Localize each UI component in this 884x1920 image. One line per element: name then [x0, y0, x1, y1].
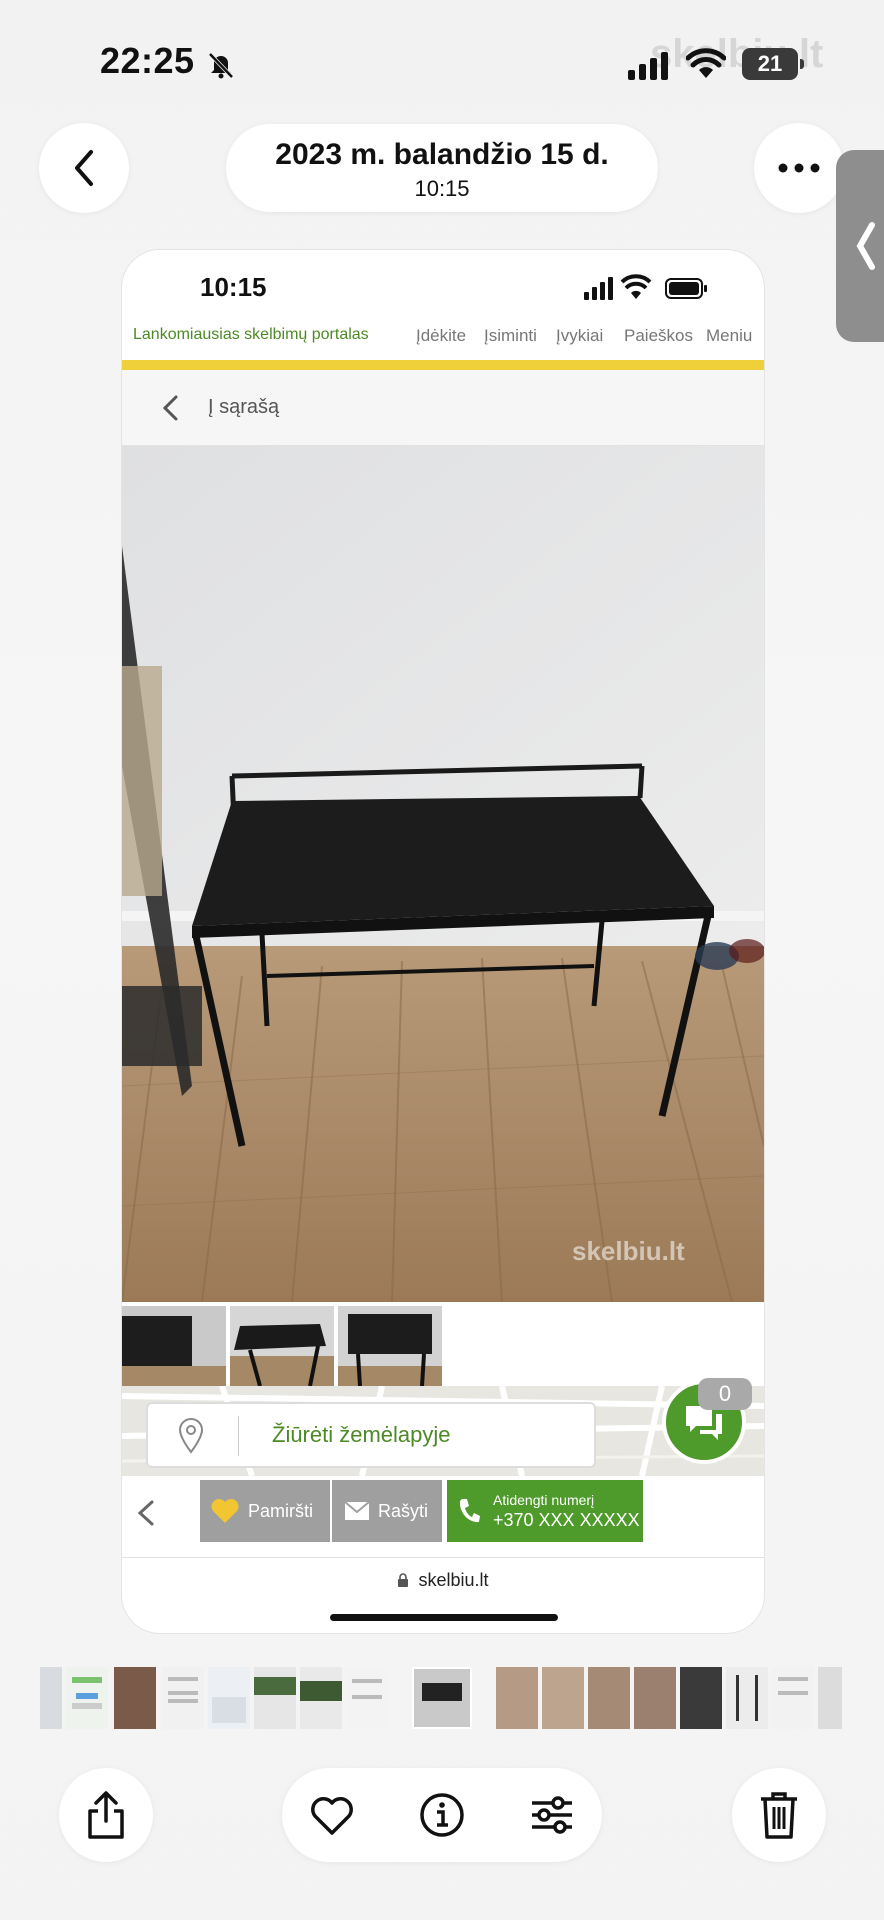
site-brand[interactable]: Lankomiausias skelbimų portalas — [133, 326, 369, 344]
map-button-divider — [238, 1416, 239, 1456]
phone-number: +370 XXX XXXXX — [493, 1510, 640, 1530]
film-thumbnail[interactable] — [818, 1667, 842, 1729]
write-label: Rašyti — [378, 1500, 429, 1521]
nav-events[interactable]: Įvykiai — [556, 326, 603, 346]
nav-menu[interactable]: Meniu — [706, 326, 752, 346]
film-thumbnail[interactable] — [40, 1667, 62, 1729]
status-time: 22:25 — [100, 40, 195, 81]
view-on-map-button[interactable]: Žiūrėti žemėlapyje — [146, 1402, 596, 1468]
delete-button[interactable] — [732, 1768, 826, 1862]
film-thumbnail[interactable] — [300, 1667, 342, 1729]
film-thumbnail[interactable] — [162, 1667, 204, 1729]
thumbnail-strip — [122, 1306, 764, 1386]
back-button[interactable] — [39, 123, 129, 213]
side-panel-tab[interactable] — [836, 150, 884, 342]
view-on-map-label: Žiūrėti žemėlapyje — [272, 1422, 451, 1447]
film-thumbnail[interactable] — [588, 1667, 630, 1729]
film-thumbnail[interactable] — [66, 1667, 108, 1729]
wifi-icon — [686, 48, 726, 78]
heart-icon[interactable] — [308, 1791, 356, 1839]
url-text: skelbiu.lt — [418, 1570, 489, 1590]
film-thumbnail[interactable] — [114, 1667, 156, 1729]
chevron-left-icon — [75, 150, 93, 186]
desk-photo — [122, 446, 764, 1302]
nav-searches[interactable]: Paieškos — [624, 326, 693, 346]
ellipsis-icon — [778, 163, 820, 173]
phone-icon — [459, 1499, 480, 1523]
nav-remember[interactable]: Įsiminti — [484, 326, 537, 346]
trash-icon — [761, 1792, 797, 1839]
film-thumbnail[interactable] — [680, 1667, 722, 1729]
more-button[interactable] — [754, 123, 844, 213]
envelope-icon — [344, 1501, 370, 1520]
forget-button[interactable]: Pamiršti — [200, 1480, 330, 1542]
bell-slash-icon — [208, 52, 234, 79]
nav-add[interactable]: Įdėkite — [416, 326, 466, 346]
share-icon — [88, 1791, 124, 1839]
listing-actions: Pamiršti Rašyti Atidengti numerį +370 XX… — [122, 1476, 764, 1558]
chat-count-badge: 0 — [698, 1378, 752, 1410]
accent-bar — [122, 360, 764, 370]
chevron-left-icon — [856, 222, 875, 270]
location-pin-icon — [178, 1418, 204, 1454]
sliders-icon[interactable] — [528, 1791, 576, 1839]
chevron-left-icon — [162, 395, 178, 421]
reveal-phone-button[interactable]: Atidengti numerį +370 XXX XXXXX — [447, 1480, 643, 1542]
film-thumbnail[interactable] — [496, 1667, 538, 1729]
photo-date: 2023 m. balandžio 15 d. — [275, 138, 609, 171]
film-thumbnail-current[interactable] — [412, 1667, 472, 1729]
site-nav: Lankomiausias skelbimų portalas Įdėkite … — [122, 320, 764, 360]
thumbnail[interactable] — [122, 1306, 226, 1386]
back-to-list[interactable]: Į sąrašą — [122, 370, 764, 446]
film-thumbnail[interactable] — [254, 1667, 296, 1729]
film-thumbnail[interactable] — [634, 1667, 676, 1729]
url-bar[interactable]: skelbiu.lt — [122, 1570, 764, 1591]
back-to-list-label: Į sąrašą — [208, 396, 280, 418]
forget-label: Pamiršti — [248, 1500, 314, 1521]
heart-icon — [211, 1499, 239, 1523]
inner-status-time: 10:15 — [200, 272, 267, 302]
date-pill: 2023 m. balandžio 15 d. 10:15 — [226, 124, 658, 212]
info-icon[interactable] — [418, 1791, 466, 1839]
lock-icon — [398, 1573, 409, 1587]
film-thumbnail[interactable] — [726, 1667, 768, 1729]
action-toolbar — [282, 1768, 602, 1862]
film-thumbnail[interactable] — [346, 1667, 388, 1729]
inner-status-icons — [584, 274, 707, 300]
film-thumbnail[interactable] — [542, 1667, 584, 1729]
share-button[interactable] — [59, 1768, 153, 1862]
photo-time: 10:15 — [414, 176, 470, 201]
reveal-phone-title: Atidengti numerį — [493, 1492, 595, 1508]
chevron-left-icon[interactable] — [134, 1498, 158, 1528]
home-indicator — [330, 1614, 558, 1621]
screenshot-content: 10:15 Lankomiausias skelbimų portalas Įd… — [122, 250, 764, 1633]
thumbnail[interactable] — [338, 1306, 442, 1386]
battery-icon: 21 — [742, 48, 804, 80]
listing-photo[interactable]: skelbiu.lt — [122, 446, 764, 1302]
photo-watermark: skelbiu.lt — [572, 1236, 685, 1266]
write-button[interactable]: Rašyti — [332, 1480, 442, 1542]
signal-icon — [628, 52, 668, 80]
film-thumbnail[interactable] — [208, 1667, 250, 1729]
thumbnail[interactable] — [230, 1306, 334, 1386]
photo-filmstrip — [0, 1667, 884, 1729]
film-thumbnail[interactable] — [772, 1667, 814, 1729]
